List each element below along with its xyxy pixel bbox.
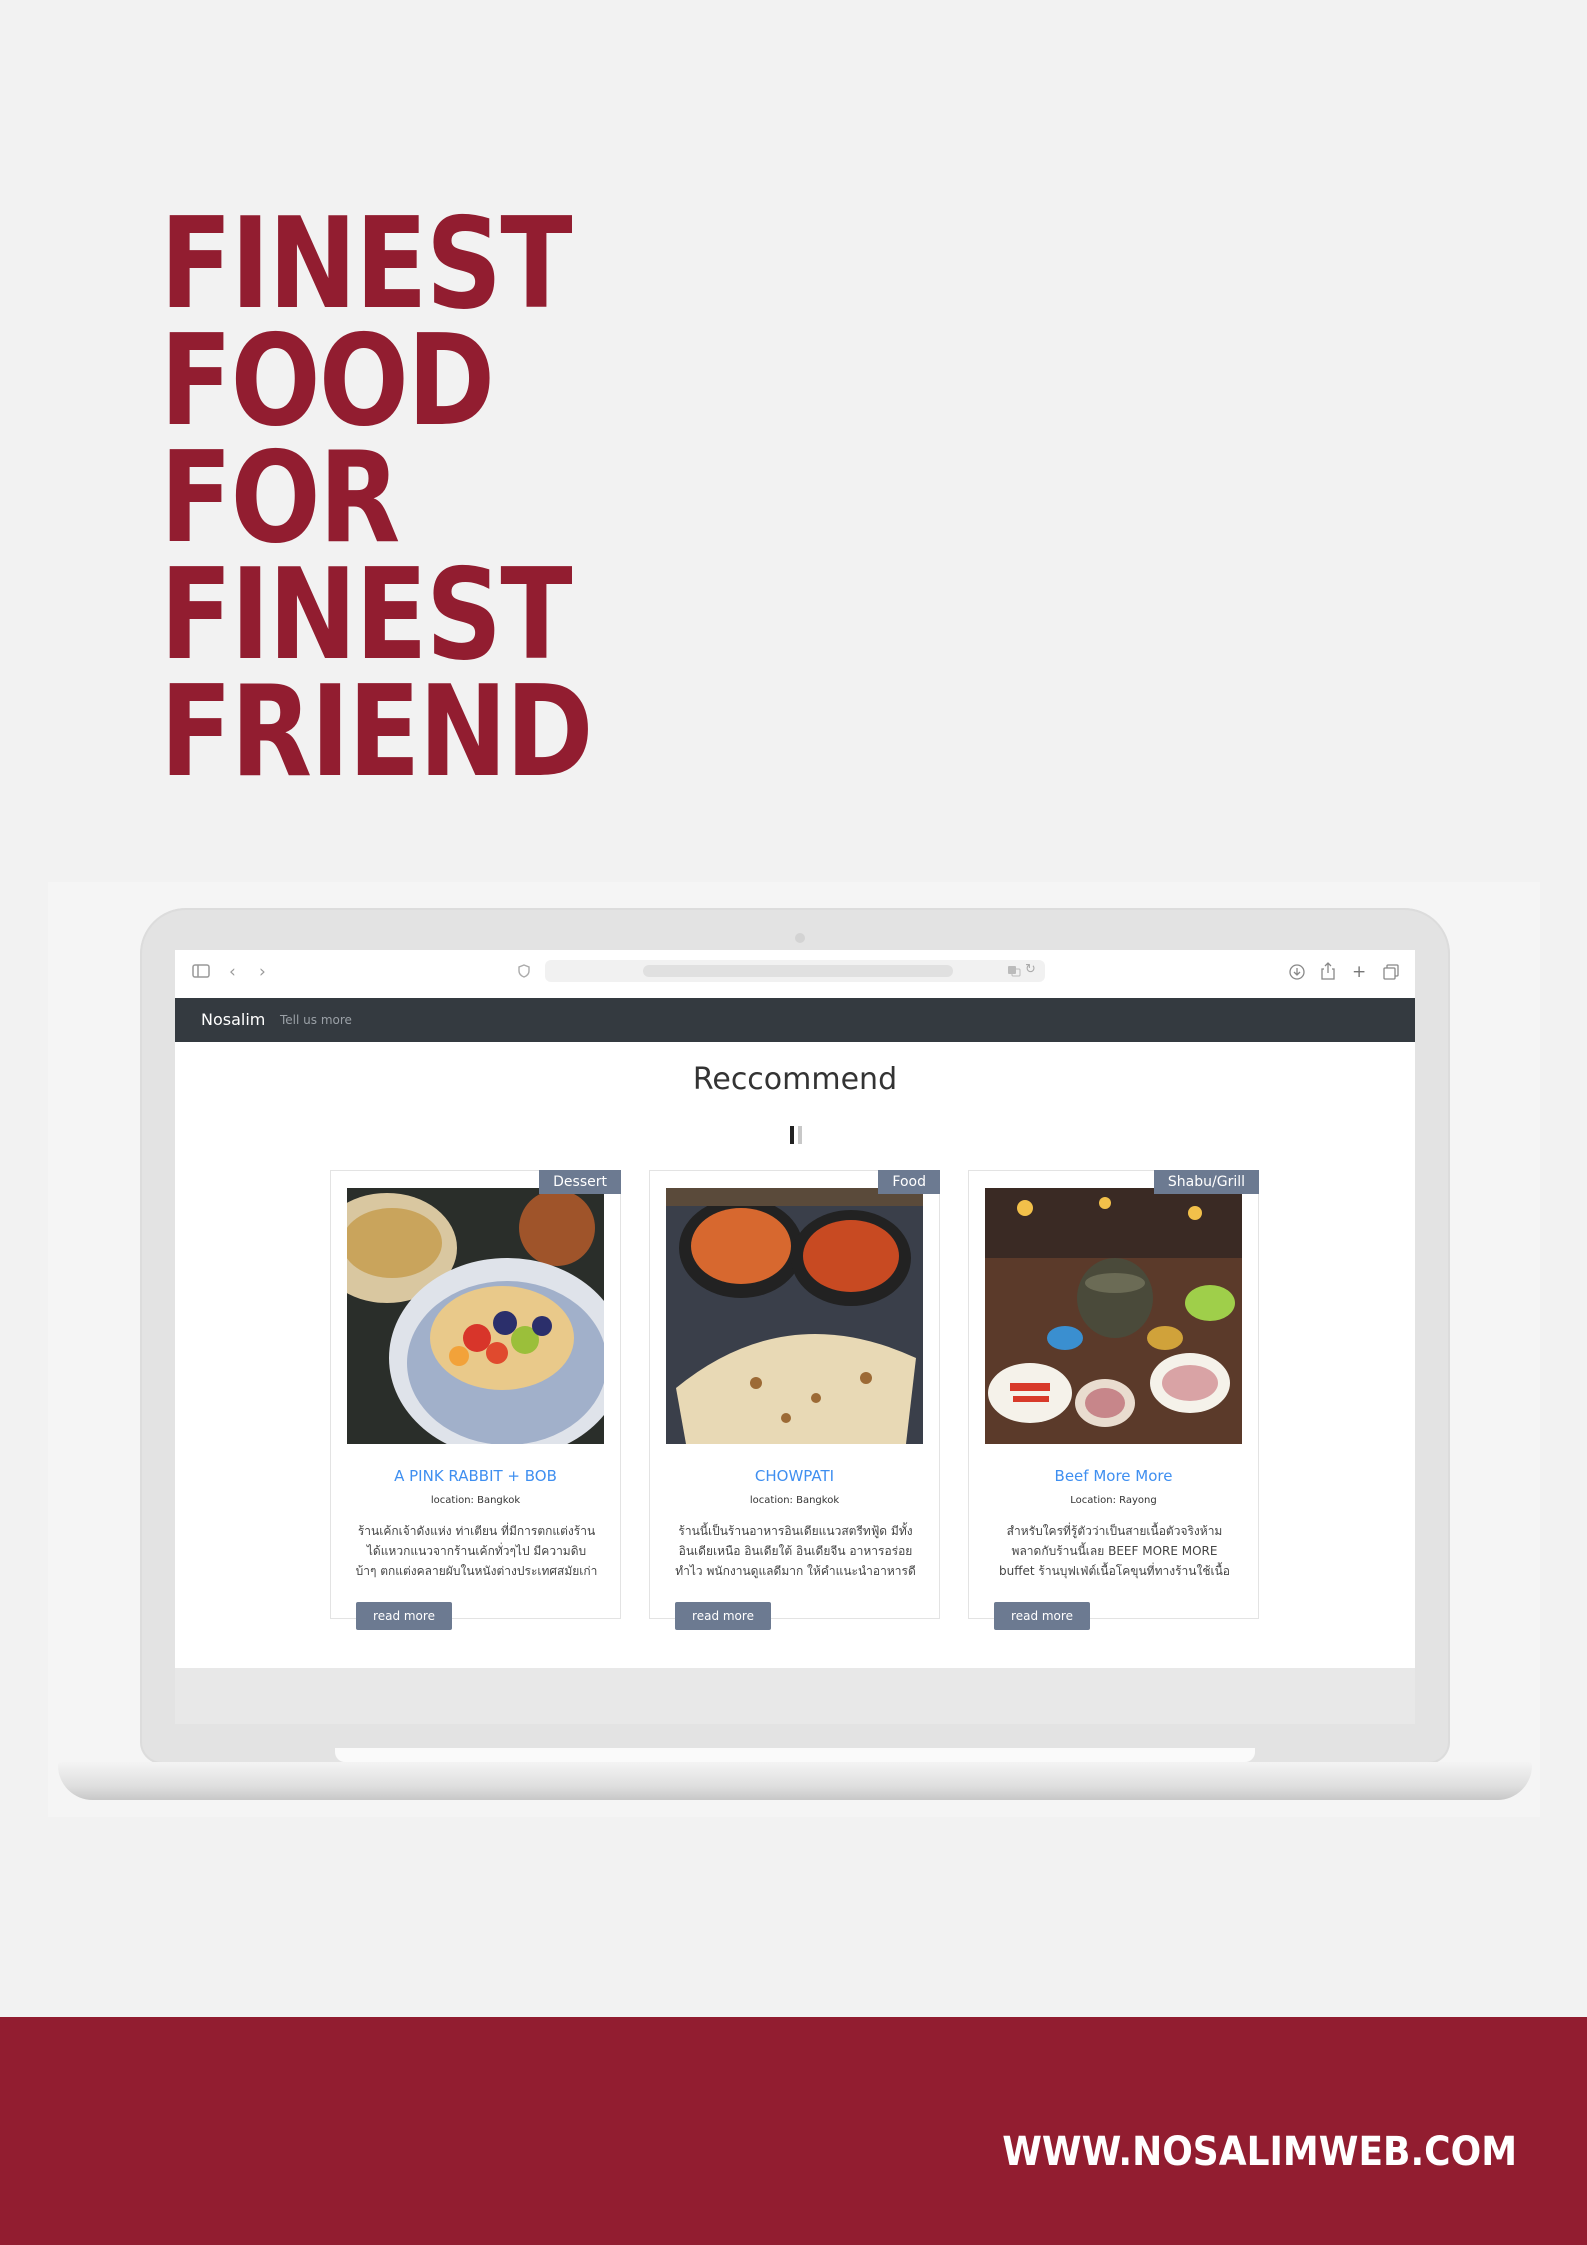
card-location: location: Bangkok — [749, 1495, 840, 1506]
card-description: สำหรับใครที่รู้ตัวว่าเป็นสายเนื้อตัวจริง… — [999, 1524, 1230, 1578]
translate-icon[interactable] — [1007, 965, 1021, 977]
new-tab-icon[interactable]: + — [1352, 962, 1366, 982]
card-title[interactable]: CHOWPATI — [650, 1467, 939, 1485]
shield-icon[interactable] — [518, 964, 530, 978]
forward-icon[interactable]: › — [259, 962, 266, 982]
tabs-overview-icon[interactable] — [1383, 964, 1399, 980]
card-description: ร้านนี้เป็นร้านอาหารอินเดียแนวสตรีทฟู้ด … — [675, 1524, 916, 1578]
footer-band: WWW.NOSALIMWEB.COM — [0, 2017, 1587, 2245]
dessert-photo — [347, 1188, 604, 1444]
restaurant-card: Dessert A PINK RABBIT + BOB location: Ba… — [330, 1170, 621, 1630]
card-location: Location: Rayong — [1070, 1495, 1157, 1506]
sidebar-icon[interactable] — [192, 964, 210, 978]
read-more-button[interactable]: read more — [994, 1602, 1090, 1630]
card-description: ร้านเค้กเจ้าดังแห่ง ท่าเตียน ที่มีการตกแ… — [355, 1524, 598, 1578]
card-title[interactable]: A PINK RABBIT + BOB — [331, 1467, 620, 1485]
restaurant-card: Food CHOWPATI location: Bangkok ร้านนี้เ… — [649, 1170, 940, 1630]
category-badge: Shabu/Grill — [1153, 1170, 1259, 1194]
nav-link-tell-us-more[interactable]: Tell us more — [280, 1013, 352, 1027]
back-icon[interactable]: ‹ — [229, 962, 236, 982]
indian-food-photo — [666, 1188, 923, 1444]
share-icon[interactable] — [1321, 962, 1335, 980]
category-badge: Food — [878, 1170, 940, 1194]
section-title: Reccommend — [692, 1062, 898, 1097]
headline-line: FOR — [160, 424, 400, 571]
download-icon[interactable] — [1289, 964, 1305, 980]
card-title[interactable]: Beef More More — [969, 1467, 1258, 1485]
headline: FINEST FOOD FOR FINEST FRIEND — [160, 190, 594, 805]
card-location: location: Bangkok — [430, 1495, 521, 1506]
url-placeholder — [643, 965, 953, 977]
website-url: WWW.NOSALIMWEB.COM — [1002, 2129, 1517, 2175]
read-more-button[interactable]: read more — [356, 1602, 452, 1630]
site-navbar: Nosalim Tell us more — [175, 998, 1415, 1042]
reload-icon[interactable]: ↻ — [1025, 962, 1036, 977]
read-more-button[interactable]: read more — [675, 1602, 771, 1630]
laptop-notch — [335, 1748, 1255, 1762]
site-brand[interactable]: Nosalim — [201, 1010, 265, 1029]
laptop-base — [58, 1762, 1532, 1800]
camera-icon — [795, 933, 805, 943]
headline-line: FRIEND — [160, 658, 594, 805]
grill-photo — [985, 1188, 1242, 1444]
browser-toolbar: ‹ › ↻ + — [175, 950, 1415, 999]
restaurant-card: Shabu/Grill Beef More More Location: Ray… — [968, 1170, 1259, 1630]
laptop-screen: ‹ › ↻ + Nosalim Tell us more Reccommend — [175, 950, 1415, 1724]
carousel-indicator[interactable] — [790, 1126, 804, 1144]
headline-line: FINEST — [160, 541, 573, 688]
headline-line: FOOD — [160, 307, 495, 454]
category-badge: Dessert — [539, 1170, 621, 1194]
headline-line: FINEST — [160, 190, 573, 337]
site-footer — [175, 1668, 1415, 1724]
address-bar[interactable]: ↻ — [545, 960, 1045, 982]
